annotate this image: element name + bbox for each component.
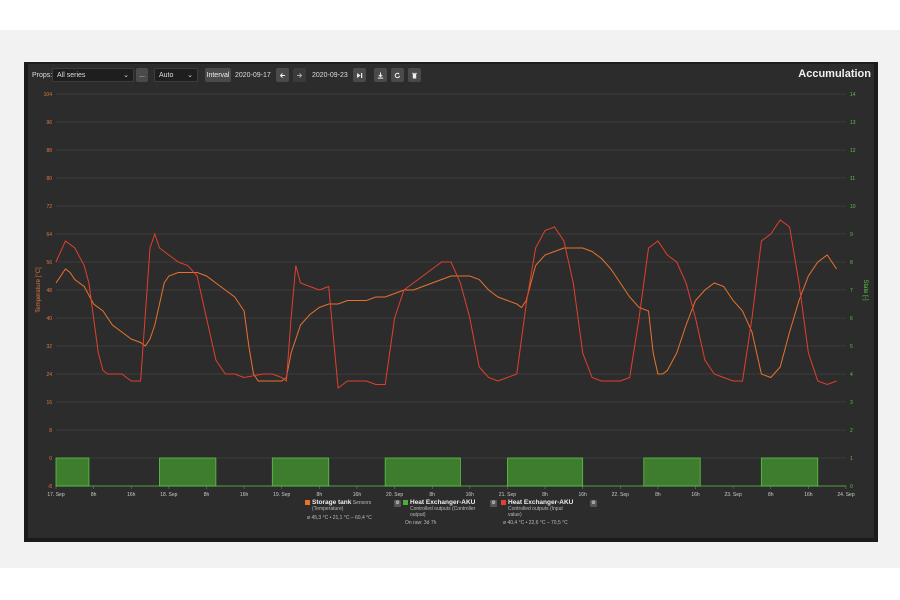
y-tick-label: 16	[46, 400, 52, 406]
y2-tick-label: 1	[850, 456, 853, 462]
chart-panel: Props: All series ⌄ ... Auto ⌄ Interval …	[28, 64, 874, 538]
x-tick-label: 16h	[466, 492, 475, 498]
y-tick-label: 8	[49, 428, 52, 434]
y-tick-label: 0	[49, 456, 52, 462]
state-bar	[271, 457, 330, 487]
y2-tick-label: 0	[850, 484, 853, 490]
y-tick-label: 56	[46, 260, 52, 266]
y2-tick-label: 2	[850, 428, 853, 434]
y-tick-label: 104	[44, 92, 53, 98]
y2-tick-label: 11	[850, 176, 855, 182]
legend-swatch	[403, 500, 408, 506]
x-tick-label: 16h	[240, 492, 249, 498]
legend-item-heat-exchanger-output[interactable]: Heat Exchanger-AKU Controlled outputs (C…	[403, 499, 499, 535]
x-tick-label: 21. Sep	[499, 492, 516, 498]
series-line	[55, 219, 837, 389]
x-tick-label: 18. Sep	[160, 492, 177, 498]
y-tick-label: 48	[46, 288, 52, 294]
y-tick-label: -8	[48, 484, 53, 490]
y2-tick-label: 8	[850, 260, 853, 266]
legend-name: Storage tank	[312, 499, 352, 506]
x-tick-label: 24. Sep	[837, 492, 854, 498]
legend-swatch	[501, 500, 506, 506]
legend-stats: ø 40,4 °C • 22,6 °C – 70,5 °C	[503, 520, 568, 526]
state-bar	[760, 457, 819, 487]
legend-sub2: value)	[508, 512, 522, 518]
x-tick-label: 16h	[578, 492, 587, 498]
x-tick-label: 17. Sep	[47, 492, 64, 498]
y-tick-label: 88	[46, 148, 52, 154]
y2-tick-label: 7	[850, 288, 853, 294]
legend-name: Heat Exchanger-AKU	[410, 499, 476, 506]
y2-tick-label: 3	[850, 400, 853, 406]
y2-tick-label: 14	[850, 92, 856, 98]
y2-tick-label: 9	[850, 232, 853, 238]
legend-settings-icon[interactable]: ⚙	[590, 500, 597, 507]
x-tick-label: 16h	[353, 492, 362, 498]
x-tick-label: 20. Sep	[386, 492, 403, 498]
y-tick-label: 64	[46, 232, 52, 238]
series-line	[55, 247, 838, 382]
legend-settings-icon[interactable]: ⚙	[394, 500, 401, 507]
y2-tick-label: 12	[850, 148, 856, 154]
legend-sub2: output)	[410, 512, 426, 518]
state-bar	[384, 457, 461, 487]
y-axis-label: Temperature [°C]	[36, 267, 42, 313]
y2-tick-label: 13	[850, 120, 856, 126]
y2-axis-label: State [-]	[862, 279, 868, 300]
state-bar	[159, 457, 217, 487]
x-tick-label: 23. Sep	[725, 492, 742, 498]
x-tick-label: 22. Sep	[612, 492, 629, 498]
legend-item-storage-tank[interactable]: Storage tank Sensors (Temperature) ø 45,…	[305, 499, 403, 535]
y-tick-label: 80	[46, 176, 52, 182]
legend-stats: ø 45,3 °C • 21,1 °C – 60,4 °C	[307, 515, 372, 521]
x-tick-label: 16h	[127, 492, 136, 498]
state-bar	[55, 457, 90, 487]
y-tick-label: 72	[46, 204, 52, 210]
legend-stats: On raw: 3d 7h	[405, 520, 437, 526]
y-tick-label: 96	[46, 120, 52, 126]
legend-sub: Sensors	[352, 500, 372, 506]
legend-name: Heat Exchanger-AKU	[508, 499, 574, 506]
state-bar	[643, 457, 701, 487]
y2-tick-label: 4	[850, 372, 853, 378]
state-bar	[507, 457, 584, 487]
y2-tick-label: 5	[850, 344, 853, 350]
x-tick-label: 8h	[91, 492, 97, 498]
x-tick-label: 16h	[804, 492, 813, 498]
x-tick-label: 8h	[655, 492, 661, 498]
x-tick-label: 8h	[768, 492, 774, 498]
y-tick-label: 32	[46, 344, 52, 350]
chart-svg: 104968880726456484032241680-814131211109…	[36, 92, 868, 498]
legend-item-heat-exchanger-input[interactable]: Heat Exchanger-AKU Controlled outputs (I…	[501, 499, 599, 535]
legend-settings-icon[interactable]: ⚙	[490, 500, 497, 507]
y2-tick-label: 6	[850, 316, 853, 322]
x-tick-label: 8h	[429, 492, 435, 498]
x-tick-label: 8h	[317, 492, 323, 498]
y-tick-label: 40	[46, 316, 52, 322]
y2-tick-label: 10	[850, 204, 856, 210]
x-tick-label: 19. Sep	[273, 492, 290, 498]
legend-sub2: (Temperature)	[312, 506, 344, 512]
x-tick-label: 16h	[691, 492, 700, 498]
x-tick-label: 8h	[204, 492, 210, 498]
x-tick-label: 8h	[542, 492, 548, 498]
y-tick-label: 24	[46, 372, 52, 378]
legend-swatch	[305, 500, 310, 506]
